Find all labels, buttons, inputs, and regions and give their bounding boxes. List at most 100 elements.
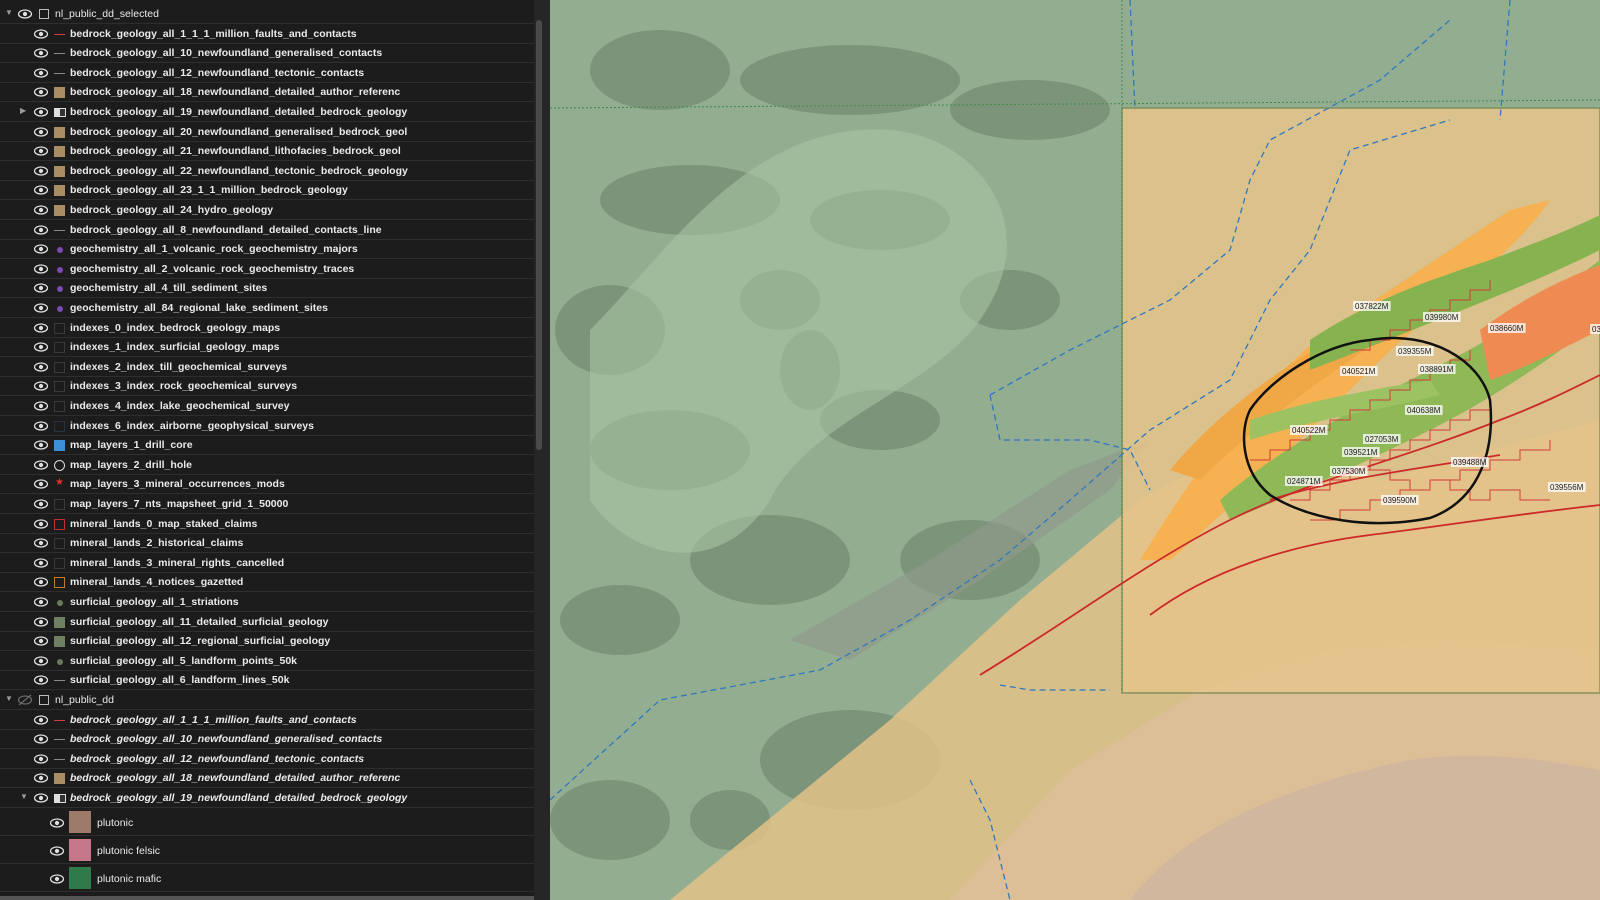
visibility-eye-icon[interactable] — [17, 8, 33, 20]
layer-item[interactable]: surficial_geology_all_6_landform_lines_5… — [0, 671, 534, 691]
visibility-eye-icon[interactable] — [33, 243, 49, 255]
visibility-eye-icon[interactable] — [33, 674, 49, 686]
layer-item[interactable]: geochemistry_all_84_regional_lake_sedime… — [0, 299, 534, 318]
visibility-eye-icon[interactable] — [33, 792, 49, 804]
visibility-eye-icon[interactable] — [33, 263, 49, 275]
visibility-eye-icon[interactable] — [33, 518, 49, 530]
layer-item[interactable]: bedrock_geology_all_23_1_1_million_bedro… — [0, 181, 534, 201]
visibility-eye-icon[interactable] — [33, 596, 49, 608]
visibility-eye-icon[interactable] — [33, 341, 49, 353]
layer-item[interactable]: bedrock_geology_all_12_newfoundland_tect… — [0, 750, 534, 769]
layer-item[interactable]: geochemistry_all_2_volcanic_rock_geochem… — [0, 260, 534, 279]
expand-arrow-icon[interactable]: ▼ — [20, 792, 28, 801]
claim-label: 038891M — [1420, 365, 1454, 374]
layer-item[interactable]: bedrock_geology_all_8_newfoundland_detai… — [0, 221, 534, 240]
layer-item[interactable]: mineral_lands_2_historical_claims — [0, 534, 534, 554]
visibility-eye-icon[interactable] — [33, 28, 49, 40]
layer-item[interactable]: bedrock_geology_all_20_newfoundland_gene… — [0, 123, 534, 142]
visibility-eye-icon[interactable] — [33, 714, 49, 726]
visibility-eye-icon[interactable] — [33, 145, 49, 157]
horizontal-scrollbar[interactable] — [0, 896, 534, 900]
visibility-eye-icon[interactable] — [33, 400, 49, 412]
visibility-eye-icon[interactable] — [33, 420, 49, 432]
layer-item[interactable]: indexes_6_index_airborne_geophysical_sur… — [0, 417, 534, 436]
visibility-eye-icon[interactable] — [33, 282, 49, 294]
expand-arrow-icon[interactable]: ▶ — [20, 106, 26, 115]
layer-item[interactable]: bedrock_geology_all_18_newfoundland_deta… — [0, 769, 534, 789]
layer-item-label: bedrock_geology_all_19_newfoundland_deta… — [70, 792, 408, 804]
layer-item[interactable]: bedrock_geology_all_1_1_1_million_faults… — [0, 711, 534, 730]
layer-item[interactable]: indexes_0_index_bedrock_geology_maps — [0, 319, 534, 338]
layer-item[interactable]: map_layers_2_drill_hole — [0, 456, 534, 475]
visibility-eye-icon[interactable] — [33, 576, 49, 588]
layer-item[interactable]: map_layers_7_nts_mapsheet_grid_1_50000 — [0, 495, 534, 514]
layer-item[interactable]: bedrock_geology_all_24_hydro_geology — [0, 201, 534, 220]
visibility-eye-icon[interactable] — [33, 635, 49, 647]
visibility-eye-icon[interactable] — [49, 845, 65, 857]
visibility-eye-icon[interactable] — [33, 224, 49, 236]
layer-item[interactable]: mineral_lands_0_map_staked_claims — [0, 515, 534, 534]
visibility-eye-icon[interactable] — [33, 380, 49, 392]
layer-item[interactable]: bedrock_geology_all_10_newfoundland_gene… — [0, 730, 534, 750]
layer-item[interactable]: surficial_geology_all_5_landform_points_… — [0, 652, 534, 671]
layer-item[interactable]: ★ map_layers_3_mineral_occurrences_mods — [0, 475, 534, 495]
visibility-eye-icon[interactable] — [33, 184, 49, 196]
visibility-eye-icon[interactable] — [33, 557, 49, 569]
layer-group-nl_public_dd[interactable]: ▼ nl_public_dd — [0, 691, 534, 710]
visibility-eye-icon[interactable] — [33, 204, 49, 216]
layer-item[interactable]: indexes_4_index_lake_geochemical_survey — [0, 397, 534, 416]
layer-item[interactable]: map_layers_1_drill_core — [0, 436, 534, 456]
legend-category[interactable]: plutonic felsic — [0, 837, 534, 864]
visibility-eye-icon[interactable] — [33, 361, 49, 373]
layer-item[interactable]: bedrock_geology_all_18_newfoundland_deta… — [0, 83, 534, 103]
visibility-eye-icon[interactable] — [33, 322, 49, 334]
layer-item[interactable]: geochemistry_all_1_volcanic_rock_geochem… — [0, 240, 534, 260]
visibility-eye-icon[interactable] — [33, 733, 49, 745]
legend-category[interactable]: plutonic mafic — [0, 865, 534, 892]
visibility-eye-icon[interactable] — [33, 47, 49, 59]
map-canvas[interactable]: 037822M 039980M 038660M 0377 039355M 040521M 0… — [550, 0, 1600, 900]
map-view[interactable]: 037822M 039980M 038660M 0377 039355M 040521M 0… — [550, 0, 1600, 900]
visibility-eye-icon[interactable] — [33, 616, 49, 628]
layer-item[interactable]: bedrock_geology_all_1_1_1_million_faults… — [0, 25, 534, 44]
expand-arrow-icon[interactable]: ▼ — [5, 8, 13, 17]
legend-category[interactable]: plutonic — [0, 809, 534, 836]
layer-item[interactable]: bedrock_geology_all_12_newfoundland_tect… — [0, 64, 534, 83]
layer-item[interactable]: indexes_2_index_till_geochemical_surveys — [0, 358, 534, 377]
layer-item[interactable]: mineral_lands_4_notices_gazetted — [0, 573, 534, 593]
layer-item[interactable]: bedrock_geology_all_21_newfoundland_lith… — [0, 142, 534, 162]
visibility-eye-icon[interactable] — [33, 498, 49, 510]
visibility-eye-icon[interactable] — [33, 106, 49, 118]
layer-item-label: bedrock_geology_all_8_newfoundland_detai… — [70, 223, 382, 236]
layer-item[interactable]: bedrock_geology_all_10_newfoundland_gene… — [0, 44, 534, 64]
layer-item[interactable]: indexes_1_index_surficial_geology_maps — [0, 338, 534, 358]
layer-item[interactable]: surficial_geology_all_1_striations — [0, 593, 534, 612]
layer-item[interactable]: indexes_3_index_rock_geochemical_surveys — [0, 377, 534, 397]
layer-item[interactable]: surficial_geology_all_12_regional_surfic… — [0, 632, 534, 652]
visibility-eye-icon[interactable] — [33, 753, 49, 765]
visibility-eye-icon[interactable] — [33, 772, 49, 784]
visibility-eye-icon[interactable] — [33, 86, 49, 98]
visibility-eye-icon[interactable] — [33, 478, 49, 490]
layer-item[interactable]: surficial_geology_all_11_detailed_surfic… — [0, 613, 534, 632]
layers-scrollbar-thumb[interactable] — [536, 20, 542, 450]
visibility-eye-icon[interactable] — [33, 439, 49, 451]
visibility-eye-icon[interactable] — [33, 302, 49, 314]
visibility-eye-icon[interactable] — [49, 817, 65, 829]
layer-item-label: indexes_3_index_rock_geochemical_surveys — [70, 380, 298, 393]
expand-arrow-icon[interactable]: ▼ — [5, 694, 13, 703]
layer-group-nl_public_dd_selected[interactable]: ▼ nl_public_dd_selected — [0, 5, 534, 24]
visibility-eye-icon[interactable] — [33, 537, 49, 549]
visibility-eye-icon[interactable] — [33, 165, 49, 177]
visibility-eye-icon[interactable] — [33, 67, 49, 79]
visibility-eye-icon[interactable] — [33, 126, 49, 138]
visibility-eye-icon[interactable] — [49, 873, 65, 885]
layer-item[interactable]: ▼ bedrock_geology_all_19_newfoundland_det… — [0, 789, 534, 808]
visibility-eye-icon[interactable] — [17, 694, 33, 706]
layer-item[interactable]: mineral_lands_3_mineral_rights_cancelled — [0, 554, 534, 573]
layer-item[interactable]: bedrock_geology_all_22_newfoundland_tect… — [0, 162, 534, 181]
layer-item[interactable]: ▶ bedrock_geology_all_19_newfoundland_det… — [0, 103, 534, 122]
visibility-eye-icon[interactable] — [33, 459, 49, 471]
layer-item[interactable]: geochemistry_all_4_till_sediment_sites — [0, 279, 534, 299]
visibility-eye-icon[interactable] — [33, 655, 49, 667]
